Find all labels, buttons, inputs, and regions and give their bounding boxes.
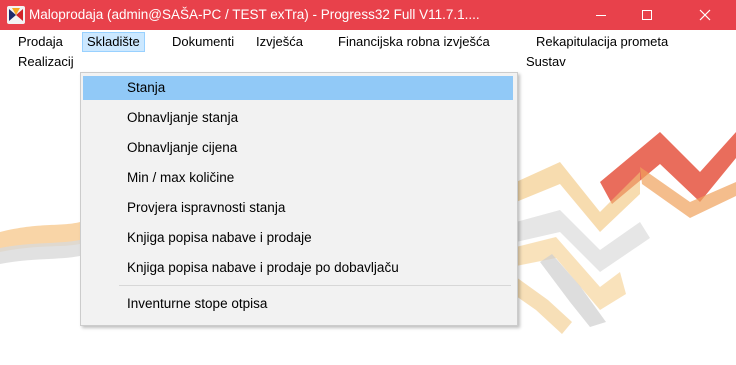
dropdown-item-label: Obnavljanje stanja <box>127 110 239 125</box>
maximize-icon <box>642 10 652 20</box>
title-bar[interactable]: Maloprodaja (admin@SAŠA-PC / TEST exTra)… <box>0 0 736 30</box>
dropdown-item-label: Inventurne stope otpisa <box>127 296 268 311</box>
close-icon <box>699 9 711 21</box>
menu-dokumenti[interactable]: Dokumenti <box>168 32 238 52</box>
dropdown-item-obnavljanje-stanja[interactable]: Obnavljanje stanja <box>83 106 513 130</box>
close-button[interactable] <box>682 0 728 30</box>
minimize-icon <box>596 15 606 16</box>
menu-bar: Prodaja Skladište Dokumenti Izvješća Fin… <box>0 30 736 72</box>
menu-skladiste[interactable]: Skladište <box>82 32 145 52</box>
dropdown-item-knjiga-popisa[interactable]: Knjiga popisa nabave i prodaje <box>83 226 513 250</box>
maximize-button[interactable] <box>624 0 670 30</box>
menu-izvjesca[interactable]: Izvješća <box>252 32 307 52</box>
dropdown-item-min-max-kolicine[interactable]: Min / max količine <box>83 166 513 190</box>
dropdown-item-label: Provjera ispravnosti stanja <box>127 200 286 215</box>
app-logo-icon <box>7 6 25 24</box>
dropdown-item-label: Min / max količine <box>127 170 235 185</box>
skladiste-dropdown-menu: Stanja Obnavljanje stanja Obnavljanje ci… <box>80 72 518 326</box>
dropdown-item-obnavljanje-cijena[interactable]: Obnavljanje cijena <box>83 136 513 160</box>
dropdown-item-inventurne-stope-otpisa[interactable]: Inventurne stope otpisa <box>83 292 513 316</box>
dropdown-item-stanja[interactable]: Stanja <box>83 76 513 100</box>
menu-financijska-robna-izvjesca[interactable]: Financijska robna izvješća <box>334 32 494 52</box>
dropdown-item-label: Stanja <box>127 80 166 95</box>
menu-prodaja[interactable]: Prodaja <box>14 32 67 52</box>
dropdown-item-knjiga-popisa-po-dobavljacu[interactable]: Knjiga popisa nabave i prodaje po dobavl… <box>83 256 513 280</box>
menu-separator <box>119 285 511 286</box>
window-title: Maloprodaja (admin@SAŠA-PC / TEST exTra)… <box>29 7 480 22</box>
dropdown-item-label: Obnavljanje cijena <box>127 140 238 155</box>
menu-rekapitulacija-prometa[interactable]: Rekapitulacija prometa <box>532 32 672 52</box>
menu-realizacija[interactable]: Realizacij <box>14 52 82 72</box>
dropdown-item-label: Knjiga popisa nabave i prodaje po dobavl… <box>127 260 399 275</box>
menu-sustav[interactable]: Sustav <box>522 52 570 72</box>
dropdown-item-provjera-ispravnosti-stanja[interactable]: Provjera ispravnosti stanja <box>83 196 513 220</box>
dropdown-item-label: Knjiga popisa nabave i prodaje <box>127 230 312 245</box>
minimize-button[interactable] <box>578 0 624 30</box>
